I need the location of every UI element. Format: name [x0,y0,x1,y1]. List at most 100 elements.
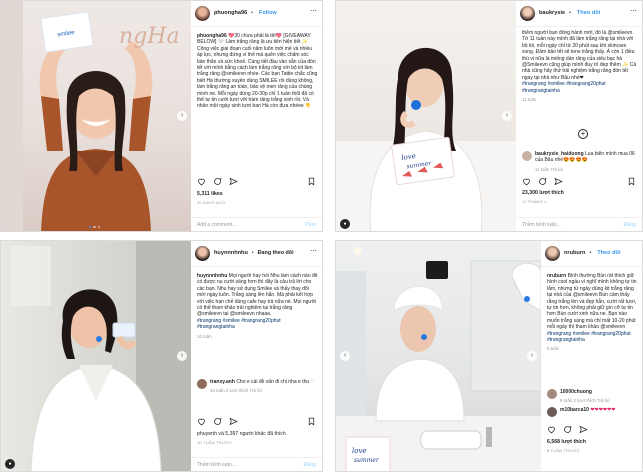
bookmark-icon[interactable] [627,177,636,186]
comment-icon[interactable] [213,417,222,426]
caption-text: thêm người bạn đồng hành mới, đó là @smi… [522,30,637,81]
separator-dot: • [251,10,254,17]
comment-icon[interactable] [213,177,222,186]
comment-item: 10000chuong 8 tuần 2 lượt thích Trả lời [547,389,638,405]
comment-item: baukrysie_haiduong Lụa biên mình mua 06 … [522,151,638,173]
next-photo-button[interactable]: › [177,111,187,121]
post-photo[interactable]: smilee ngHa › [1,1,191,231]
post-comment-button[interactable]: Đăng [304,458,317,471]
following-button[interactable]: Đang theo dõi [258,250,294,256]
username[interactable]: phuongha96 [214,10,247,16]
avatar[interactable] [547,389,557,399]
avatar-tag-icon[interactable]: ● [5,459,15,469]
caption-time: 8 tuần [547,346,560,352]
next-photo-button[interactable]: › [177,351,187,361]
comment-username[interactable]: 10000chuong [560,389,592,395]
share-icon[interactable] [229,417,238,426]
post-photo[interactable]: › ● [1,241,191,471]
avatar[interactable] [522,151,532,161]
caption: nruburn Bình thường Bún rất thích giữ hì… [547,273,638,383]
add-comment-placeholder: Thêm bình luận... [522,222,561,228]
caption-username[interactable]: huynnnhnhu [197,273,227,279]
post-comment-button[interactable]: Post [305,218,316,231]
heart-icon[interactable] [547,425,556,434]
more-icon[interactable]: ⋯ [310,8,317,15]
follow-button[interactable]: Theo dõi [577,10,600,16]
instagram-post-nruburn: love summer ‹ › nruburn • Theo dõi nrubu… [335,240,643,472]
username[interactable]: huynnnhnhu [214,250,248,256]
avatar[interactable] [520,6,535,21]
avatar[interactable] [195,246,210,261]
like-count[interactable]: 6,568 lượt thích [547,439,586,445]
follow-button[interactable]: Theo dõi [597,250,620,256]
heart-icon[interactable] [522,177,531,186]
caption-hashtags[interactable]: #trangrang #smilee #trangrang20phut #tra… [522,81,638,94]
avatar-tag-icon[interactable]: ● [340,219,350,229]
post-sidebar: phuongha96 • Follow ⋯ phuongha96 💖30 chư… [191,1,322,231]
comment-meta[interactable]: 11 tuần Trả lời [535,167,638,173]
avatar[interactable] [545,246,560,261]
post-sidebar: huynnnhnhu • Đang theo dõi ⋯ huynnnhnhu … [191,241,322,471]
comment-meta[interactable]: 10 tuần 2 lượt thích Trả lời [210,388,309,394]
like-count[interactable]: 23,300 lượt thích [522,190,564,196]
add-circle-icon[interactable]: + [578,129,588,139]
add-comment-field[interactable]: Thêm bình luận... Đăng [516,217,642,231]
caption-hashtags[interactable]: #trangrang #smilee #trangrang20phut #tra… [547,331,638,344]
caption: phuongha96 💖30 chưa phải là tết💖 [GIVEAW… [197,33,318,173]
next-photo-button[interactable]: › [502,111,512,121]
more-icon[interactable]: ⋯ [630,8,637,15]
instagram-post-phuongha96: smilee ngHa › phuongha96 • Follow ⋯ phuo… [0,0,323,232]
post-sidebar: baukrysie • Theo dõi ⋯ thêm người bạn đồ… [516,1,642,231]
comment-text: ❤❤❤❤❤❤ [590,407,616,413]
post-date: 10 TUẦN TRƯỚC [197,440,233,445]
post-header: baukrysie • Theo dõi ⋯ [516,1,642,27]
comment-username[interactable]: m10barca10 [560,407,589,413]
share-icon[interactable] [229,177,238,186]
separator-dot: • [251,250,254,257]
heart-icon[interactable] [197,417,206,426]
action-bar [197,177,316,186]
comment-item: m10barca10 ❤❤❤❤❤❤ [547,407,638,417]
avatar[interactable] [195,6,210,21]
like-count[interactable]: phuyenh và 5,397 người khác đã thích [197,431,286,437]
caption: thêm người bạn đồng hành mới, đó là @smi… [522,30,638,110]
add-comment-field[interactable]: Thêm bình luận... Đăng [191,457,322,471]
heart-icon[interactable]: ♡ [311,379,315,385]
action-bar [197,417,316,426]
bookmark-icon[interactable] [307,417,316,426]
avatar[interactable] [197,379,207,389]
caption-username[interactable]: nruburn [547,273,566,279]
avatar[interactable] [547,407,557,417]
comment-item: tranxy.anh Cho e cái đề vấn đi chị nha e… [197,379,318,395]
prev-photo-button[interactable]: ‹ [340,351,350,361]
add-comment-field[interactable]: Add a comment... Post [191,217,322,231]
more-icon[interactable]: ⋯ [310,248,317,255]
username[interactable]: nruburn [564,250,585,256]
svg-text:ngHa: ngHa [119,24,180,49]
comment-meta[interactable]: 8 tuần 2 lượt thích Trả lời [560,398,609,404]
separator-dot: • [569,10,571,17]
photo-illustration: smilee ngHa [1,1,180,231]
heart-icon[interactable]: ♡ [631,151,635,157]
bookmark-icon[interactable] [307,177,316,186]
action-bar [547,425,636,434]
post-time: 20 DAYS AGO [197,200,226,205]
comment-username[interactable]: tranxy.anh [210,379,235,385]
post-comment-button[interactable]: Đăng [624,218,637,231]
comment-icon[interactable] [563,425,572,434]
post-photo[interactable]: love summer ‹ › [336,241,541,471]
share-icon[interactable] [579,425,588,434]
follow-button[interactable]: Follow [259,10,277,16]
heart-icon[interactable] [197,177,206,186]
next-photo-button[interactable]: › [527,351,537,361]
caption-hashtags[interactable]: #trangrang #smilee #trangrang20phut #tra… [197,318,318,331]
caption-text: Bình thường Bún rất thích giữ hình cool … [547,273,637,331]
post-sidebar: nruburn • Theo dõi nruburn Bình thường B… [541,241,642,471]
post-header: phuongha96 • Follow ⋯ [191,1,322,27]
comment-icon[interactable] [538,177,547,186]
share-icon[interactable] [554,177,563,186]
like-count[interactable]: 5,311 likes [197,191,223,197]
comment-text: Cho e cái đề vấn đi chị nha e thu [236,379,310,385]
post-photo[interactable]: love summer › ● [336,1,516,231]
username[interactable]: baukrysie [539,10,565,16]
